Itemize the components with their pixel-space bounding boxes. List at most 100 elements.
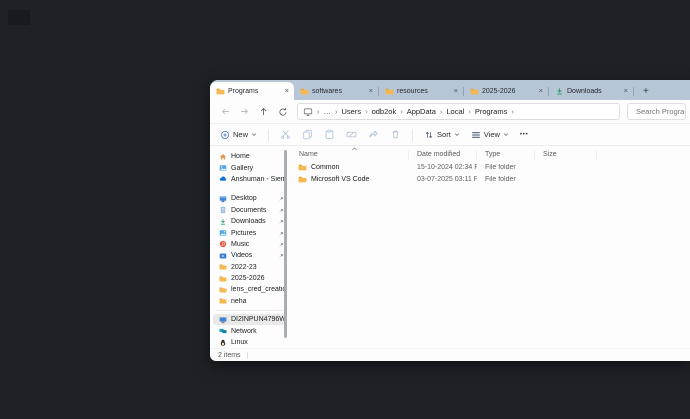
sidebar-item-pictures[interactable]: Pictures xyxy=(213,227,285,238)
sidebar-item-home[interactable]: Home xyxy=(213,151,285,162)
folder-icon xyxy=(219,275,227,283)
back-button[interactable] xyxy=(217,104,234,120)
desktop-dark-patch xyxy=(8,10,30,25)
sidebar-item-network[interactable]: Network xyxy=(213,325,285,336)
search-box xyxy=(627,103,686,120)
sidebar-item-desktop[interactable]: Desktop xyxy=(213,193,285,204)
breadcrumb-appdata[interactable]: AppData xyxy=(407,108,436,116)
chevron-down-icon xyxy=(503,132,509,137)
copy-button[interactable] xyxy=(302,129,313,140)
sidebar-item-neha[interactable]: neha xyxy=(213,296,285,307)
sidebar-item-gallery[interactable]: Gallery xyxy=(213,162,285,173)
refresh-button[interactable] xyxy=(274,104,291,120)
sidebar-item-label: Pictures xyxy=(231,230,275,237)
tab-softwares[interactable]: softwares × xyxy=(294,82,378,100)
up-button[interactable] xyxy=(255,104,272,120)
sidebar-item-label: Videos xyxy=(231,252,275,259)
column-header-type[interactable]: Type xyxy=(477,150,535,160)
close-tab-icon[interactable]: × xyxy=(367,87,375,95)
new-button[interactable]: New xyxy=(220,130,257,140)
sidebar-item-documents[interactable]: Documents xyxy=(213,205,285,216)
close-tab-icon[interactable]: × xyxy=(622,87,630,95)
address-bar: › … › Users › odb2ok › AppData › Local ›… xyxy=(210,100,690,124)
sidebar-item-lens-cred-creation[interactable]: lens_cred_creatio xyxy=(213,284,285,295)
view-button-label: View xyxy=(484,130,500,139)
sidebar-gap xyxy=(210,185,291,193)
tab-downloads[interactable]: Downloads × xyxy=(549,82,633,100)
sort-button[interactable]: Sort xyxy=(424,130,460,140)
chevron-down-icon xyxy=(454,132,460,137)
sidebar-item-label: Documents xyxy=(231,207,275,214)
file-list: Name Date modified Type Size Common 15-1… xyxy=(291,146,690,348)
breadcrumb-users[interactable]: Users xyxy=(342,108,362,116)
paste-button[interactable] xyxy=(324,129,335,140)
sidebar-scrollbar[interactable] xyxy=(284,150,287,338)
cut-button[interactable] xyxy=(280,129,291,140)
folder-icon xyxy=(216,87,225,96)
search-input[interactable] xyxy=(628,107,685,116)
trash-icon xyxy=(390,129,401,140)
sidebar-item-label: neha xyxy=(231,298,285,305)
tab-2025-2026[interactable]: 2025-2026 × xyxy=(464,82,548,100)
column-header-date-modified[interactable]: Date modified xyxy=(409,150,477,160)
sidebar-item-label: lens_cred_creatio xyxy=(231,286,285,293)
new-tab-button[interactable]: + xyxy=(643,87,649,97)
command-toolbar: New Sort View ••• xyxy=(210,124,690,146)
sidebar-item-linux[interactable]: Linux xyxy=(213,337,285,348)
file-row-common[interactable]: Common 15-10-2024 02:34 PM File folder xyxy=(291,161,690,173)
file-name: Common xyxy=(311,164,339,171)
column-header-name[interactable]: Name xyxy=(291,150,409,160)
forward-button[interactable] xyxy=(236,104,253,120)
sidebar-item-music[interactable]: Music xyxy=(213,239,285,250)
network-icon xyxy=(219,327,227,335)
chevron-right-icon: › xyxy=(400,108,403,116)
status-divider xyxy=(247,352,248,359)
sidebar-item-2022-23[interactable]: 2022-23 xyxy=(213,262,285,273)
close-tab-icon[interactable]: × xyxy=(452,87,460,95)
close-tab-icon[interactable]: × xyxy=(537,87,545,95)
file-date-modified: 03-07-2025 03:11 PM xyxy=(409,176,477,183)
more-options-button[interactable]: ••• xyxy=(520,131,528,138)
file-row-microsoft-vs-code[interactable]: Microsoft VS Code 03-07-2025 03:11 PM Fi… xyxy=(291,173,690,185)
close-tab-icon[interactable]: × xyxy=(283,87,291,95)
breadcrumb-ellipsis[interactable]: … xyxy=(324,108,332,116)
column-header-row: Name Date modified Type Size xyxy=(291,148,690,161)
sidebar-item-label: Gallery xyxy=(231,165,285,172)
breadcrumb-odb2ok[interactable]: odb2ok xyxy=(372,108,397,116)
rename-button[interactable] xyxy=(346,129,357,140)
sidebar-item-videos[interactable]: Videos xyxy=(213,250,285,261)
tab-resources[interactable]: resources × xyxy=(379,82,463,100)
sidebar-item-downloads[interactable]: Downloads xyxy=(213,216,285,227)
share-button[interactable] xyxy=(368,129,379,140)
home-icon xyxy=(219,153,227,161)
sidebar-item-2025-2026[interactable]: 2025-2026 xyxy=(213,273,285,284)
view-button[interactable]: View xyxy=(471,130,509,140)
sidebar-item-this-pc[interactable]: DI2INPUN4796WI xyxy=(213,314,285,325)
file-explorer-window: Programs × softwares × resources × 2025-… xyxy=(210,80,690,361)
gallery-icon xyxy=(219,164,227,172)
breadcrumb[interactable]: › … › Users › odb2ok › AppData › Local ›… xyxy=(297,103,620,120)
sidebar-item-label: Network xyxy=(231,328,285,335)
documents-icon xyxy=(219,206,227,214)
sort-ascending-icon xyxy=(351,146,358,152)
new-button-label: New xyxy=(233,130,248,139)
pictures-icon xyxy=(219,229,227,237)
copy-icon xyxy=(302,129,313,140)
sidebar-divider xyxy=(216,310,283,311)
delete-button[interactable] xyxy=(390,129,401,140)
sidebar-item-onedrive[interactable]: Anshuman - Siem xyxy=(213,174,285,185)
file-date-modified: 15-10-2024 02:34 PM xyxy=(409,164,477,171)
column-header-size[interactable]: Size xyxy=(535,150,597,160)
tab-programs[interactable]: Programs × xyxy=(210,82,294,100)
download-icon xyxy=(555,87,564,96)
file-type: File folder xyxy=(477,176,535,183)
folder-icon xyxy=(298,163,307,172)
sidebar-item-label: Desktop xyxy=(231,195,275,202)
sort-button-label: Sort xyxy=(437,130,451,139)
chevron-right-icon: › xyxy=(317,108,320,116)
sidebar-item-label: Linux xyxy=(231,339,285,346)
breadcrumb-local[interactable]: Local xyxy=(446,108,464,116)
breadcrumb-programs[interactable]: Programs xyxy=(475,108,508,116)
chevron-right-icon: › xyxy=(335,108,338,116)
clipboard-icon xyxy=(324,129,335,140)
